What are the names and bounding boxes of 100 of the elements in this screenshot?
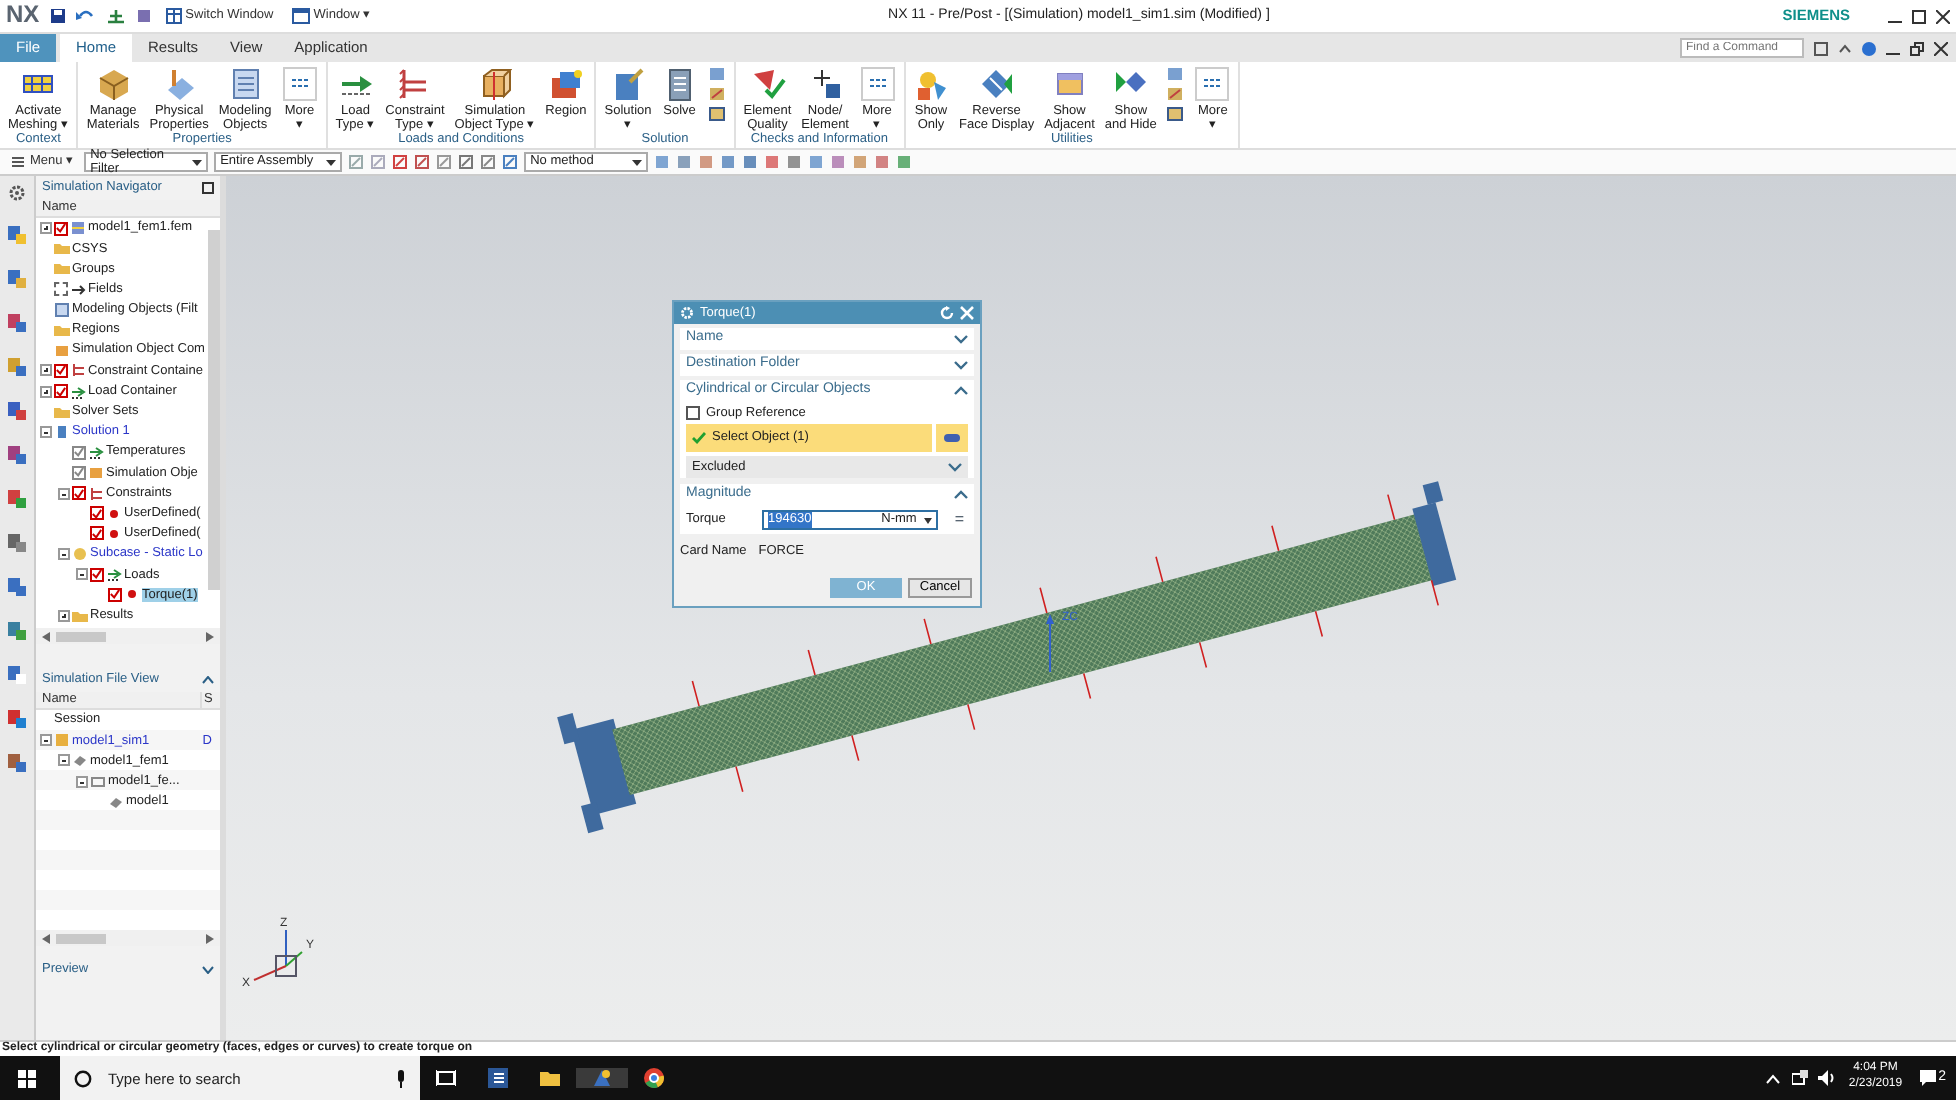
expand-icon[interactable] <box>202 966 214 974</box>
resource-bar-icon[interactable] <box>6 708 28 730</box>
close-icon[interactable] <box>1934 41 1948 55</box>
close-icon[interactable] <box>1936 9 1950 23</box>
maximize-icon[interactable] <box>1912 9 1926 23</box>
document-app-icon <box>488 1068 508 1088</box>
collapse-toggle-icon[interactable] <box>76 568 88 581</box>
load-arrow-icon <box>88 444 104 461</box>
collapse-toggle-icon[interactable] <box>58 487 70 500</box>
paste-icon[interactable] <box>135 8 152 24</box>
checkbox[interactable] <box>54 384 68 399</box>
expand-icon[interactable] <box>954 360 968 370</box>
solution-icon <box>54 423 70 440</box>
modeling-objects-icon <box>54 301 70 318</box>
modeling-objects-icon <box>227 66 264 102</box>
microphone-icon <box>396 1069 406 1087</box>
maximize-icon[interactable] <box>202 182 214 194</box>
constraint-icon <box>70 362 86 379</box>
small-tool-icon[interactable] <box>707 86 726 102</box>
gear-icon <box>680 306 694 320</box>
caret-icon <box>326 159 337 165</box>
toolbar-icon[interactable] <box>392 154 409 170</box>
expand-toggle-icon[interactable] <box>40 222 52 235</box>
simulation-file-icon <box>54 732 70 749</box>
network-icon[interactable] <box>1792 1070 1811 1086</box>
expand-toggle-icon[interactable] <box>58 609 70 622</box>
checkbox[interactable] <box>54 363 68 378</box>
collapse-toggle-icon[interactable] <box>58 754 70 767</box>
part-icon <box>70 220 86 237</box>
collapse-icon[interactable] <box>202 676 214 684</box>
scroll-left-icon[interactable] <box>42 631 50 641</box>
collapse-icon[interactable] <box>954 386 968 396</box>
checkbox[interactable] <box>108 587 122 602</box>
small-tool-icon[interactable] <box>1166 86 1185 102</box>
scroll-right-icon[interactable] <box>206 631 214 641</box>
restore-icon[interactable] <box>1910 41 1924 55</box>
toolbar-icon[interactable] <box>480 154 497 170</box>
save-icon[interactable] <box>49 8 66 24</box>
folder-icon <box>540 1068 560 1088</box>
collapse-toggle-icon[interactable] <box>76 775 88 788</box>
help-icon[interactable] <box>1862 41 1876 55</box>
windows-logo-icon <box>17 1069 35 1087</box>
checkbox[interactable] <box>54 221 68 236</box>
expand-icon[interactable] <box>954 334 968 344</box>
resource-bar-icon[interactable] <box>6 312 28 334</box>
scrollbar-thumb[interactable] <box>56 631 106 641</box>
resource-bar-icon[interactable] <box>6 752 28 774</box>
resource-bar-icon[interactable] <box>6 224 28 246</box>
resource-bar-icon[interactable] <box>6 532 28 554</box>
toolbar-icon[interactable] <box>414 154 431 170</box>
checkbox[interactable] <box>90 526 104 541</box>
add-component-icon[interactable] <box>105 8 126 24</box>
caret-icon <box>632 159 643 165</box>
marker-dot-icon <box>106 525 122 542</box>
expand-toggle-icon[interactable] <box>40 364 52 377</box>
gear-icon[interactable] <box>8 184 26 202</box>
checkbox[interactable] <box>72 486 86 501</box>
collapse-toggle-icon[interactable] <box>40 734 52 747</box>
collapse-toggle-icon[interactable] <box>40 425 52 438</box>
scrollbar-thumb[interactable] <box>208 230 220 590</box>
small-tool-icon[interactable] <box>1166 106 1185 122</box>
chevron-down-icon <box>948 462 962 472</box>
ribbon-options-icon[interactable] <box>1814 41 1828 55</box>
expand-toggle-icon[interactable] <box>40 385 52 398</box>
taskbar-app-button[interactable] <box>576 1068 628 1088</box>
formula-button[interactable]: = <box>950 512 968 528</box>
resource-bar-icon[interactable] <box>6 444 28 466</box>
resource-bar-icon[interactable] <box>6 488 28 510</box>
fem-file-icon <box>108 793 124 810</box>
checkbox[interactable] <box>54 282 68 297</box>
load-arrow-icon <box>106 566 122 583</box>
resource-bar-icon[interactable] <box>6 268 28 290</box>
browser-icon <box>644 1068 664 1088</box>
checkbox[interactable] <box>686 406 700 420</box>
resource-bar-icon[interactable] <box>6 576 28 598</box>
resource-bar-icon[interactable] <box>6 356 28 378</box>
checkbox[interactable] <box>90 506 104 521</box>
collapse-toggle-icon[interactable] <box>58 548 70 561</box>
field-icon <box>70 281 86 298</box>
scrollbar-thumb[interactable] <box>56 933 106 943</box>
toolbar-icon[interactable] <box>458 154 475 170</box>
box-icon <box>54 342 70 359</box>
solution-icon <box>610 66 647 102</box>
toolbar-icon[interactable] <box>436 154 453 170</box>
volume-icon[interactable] <box>1818 1070 1837 1086</box>
task-view-icon <box>436 1068 456 1088</box>
cube-icon <box>95 66 132 102</box>
undo-icon[interactable] <box>75 8 96 24</box>
resource-bar-icon[interactable] <box>6 664 28 686</box>
collapse-icon[interactable] <box>954 490 968 500</box>
collapse-ribbon-icon[interactable] <box>1838 41 1852 55</box>
scroll-left-icon[interactable] <box>42 933 50 943</box>
scroll-right-icon[interactable] <box>206 933 214 943</box>
resource-bar-icon[interactable] <box>6 400 28 422</box>
checkbox[interactable] <box>90 567 104 582</box>
resource-bar-icon[interactable] <box>6 620 28 642</box>
small-tool-icon[interactable] <box>707 106 726 122</box>
toolbar-icon[interactable] <box>502 154 519 170</box>
reset-icon[interactable] <box>940 306 954 320</box>
window-grid-icon <box>165 8 182 24</box>
